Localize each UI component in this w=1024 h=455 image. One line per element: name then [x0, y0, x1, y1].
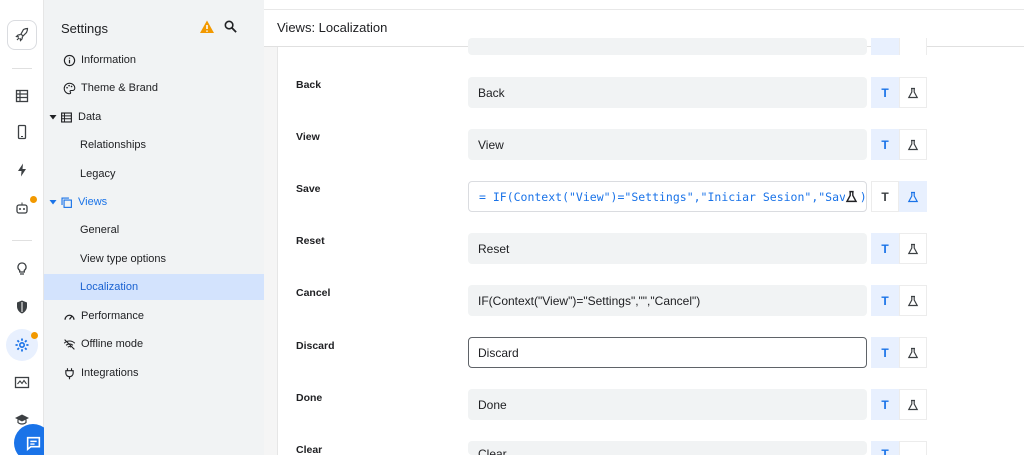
text-mode-button[interactable]: T	[871, 285, 899, 316]
warning-icon[interactable]	[199, 19, 215, 35]
reset-field[interactable]: Reset	[468, 233, 867, 264]
lightbulb-icon[interactable]	[8, 255, 36, 283]
sidebar-item-offline-mode[interactable]: Offline mode	[44, 331, 264, 357]
flask-icon	[907, 347, 919, 358]
text-mode-button[interactable]: T	[871, 233, 899, 264]
formula-mode-button[interactable]	[899, 233, 927, 264]
sidebar-item-performance[interactable]: Performance	[44, 303, 264, 329]
text-formula-toggle[interactable]: T	[871, 441, 928, 455]
search-icon[interactable]	[223, 19, 238, 34]
view-field[interactable]: View	[468, 129, 867, 160]
row-label-save: Save	[296, 183, 321, 195]
formula-mode-button[interactable]	[899, 285, 927, 316]
table-icon	[61, 111, 72, 123]
chat-icon	[26, 436, 40, 451]
table-icon[interactable]	[8, 82, 36, 110]
text-formula-toggle[interactable]	[871, 38, 928, 55]
formula-mode-button[interactable]	[899, 77, 927, 108]
text-formula-toggle[interactable]: T	[871, 389, 928, 420]
sidebar-item-information[interactable]: Information	[44, 47, 264, 73]
views-icon	[61, 196, 72, 208]
clear-field[interactable]: Clear	[468, 441, 867, 455]
row-label-done: Done	[296, 392, 323, 404]
text-mode-button[interactable]: T	[871, 337, 899, 368]
text-formula-toggle[interactable]: T	[871, 181, 928, 212]
text-mode-button[interactable]: T	[871, 77, 899, 108]
row-label-back: Back	[296, 79, 322, 91]
sidebar-item-general[interactable]: General	[44, 217, 264, 243]
save-formula-field[interactable]: = IF(Context("View")="Settings","Iniciar…	[468, 181, 867, 212]
formula-mode-button[interactable]	[899, 38, 927, 55]
page-title: Views: Localization	[277, 20, 388, 35]
text-mode-button[interactable]	[871, 38, 899, 55]
row-label-discard: Discard	[296, 340, 335, 352]
text-mode-button[interactable]: T	[871, 181, 899, 212]
flask-icon[interactable]	[845, 190, 858, 203]
text-mode-button[interactable]: T	[871, 441, 899, 455]
formula-mode-button[interactable]	[899, 337, 927, 368]
formula-mode-button[interactable]	[899, 441, 927, 455]
text-formula-toggle[interactable]: T	[871, 77, 928, 108]
sidebar-item-integrations[interactable]: Integrations	[44, 360, 264, 386]
text-mode-button[interactable]: T	[871, 129, 899, 160]
text-mode-button[interactable]: T	[871, 389, 899, 420]
wifi-off-icon	[63, 338, 76, 350]
plug-icon	[65, 367, 74, 379]
sidebar-item-theme-brand[interactable]: Theme & Brand	[44, 75, 264, 101]
formula-mode-button[interactable]	[899, 129, 927, 160]
row-label-clear: Clear	[296, 444, 323, 455]
sidebar-header: Settings	[61, 18, 251, 38]
flask-icon	[907, 399, 919, 410]
text-field[interactable]	[468, 38, 867, 55]
sidebar-title: Settings	[61, 20, 108, 36]
flask-icon	[907, 243, 919, 254]
sidebar-item-relationships[interactable]: Relationships	[44, 132, 264, 158]
flask-icon	[907, 295, 919, 306]
sidebar-item-view-type-options[interactable]: View type options	[44, 246, 264, 272]
notification-dot	[30, 196, 37, 203]
palette-icon	[63, 82, 76, 94]
settings-sidebar: Settings Information Theme & Brand Data …	[44, 0, 264, 455]
flask-icon	[907, 139, 919, 150]
bolt-icon[interactable]	[8, 156, 36, 184]
formula-mode-button[interactable]	[899, 181, 927, 212]
sidebar-item-localization[interactable]: Localization	[44, 274, 264, 300]
save-formula-text: = IF(Context("View")="Settings","Iniciar…	[479, 189, 867, 204]
caret-down-icon[interactable]	[49, 198, 57, 206]
discard-field[interactable]: Discard	[468, 337, 867, 368]
row-label-reset: Reset	[296, 235, 325, 247]
flask-icon	[907, 191, 919, 202]
app-rail	[0, 0, 52, 455]
shield-icon[interactable]	[8, 293, 36, 321]
text-formula-toggle[interactable]: T	[871, 285, 928, 316]
cancel-field[interactable]: IF(Context("View")="Settings","","Cancel…	[468, 285, 867, 316]
sidebar-item-legacy[interactable]: Legacy	[44, 161, 264, 187]
rocket-icon[interactable]	[7, 20, 37, 50]
info-icon	[63, 54, 76, 66]
row-label-view: View	[296, 131, 320, 143]
scrollbar[interactable]	[264, 47, 278, 455]
back-field[interactable]: Back	[468, 77, 867, 108]
text-formula-toggle[interactable]: T	[871, 129, 928, 160]
speedometer-icon	[64, 314, 75, 320]
sidebar-item-data[interactable]: Data	[44, 104, 264, 130]
formula-mode-button[interactable]	[899, 389, 927, 420]
phone-icon[interactable]	[8, 118, 36, 146]
notification-dot	[31, 332, 38, 339]
text-formula-toggle[interactable]: T	[871, 337, 928, 368]
flask-icon	[907, 87, 919, 98]
monitor-chart-icon[interactable]	[8, 369, 36, 397]
sidebar-item-views[interactable]: Views	[44, 189, 264, 215]
caret-down-icon[interactable]	[49, 113, 57, 121]
row-label-cancel: Cancel	[296, 287, 331, 299]
text-formula-toggle[interactable]: T	[871, 233, 928, 264]
done-field[interactable]: Done	[468, 389, 867, 420]
